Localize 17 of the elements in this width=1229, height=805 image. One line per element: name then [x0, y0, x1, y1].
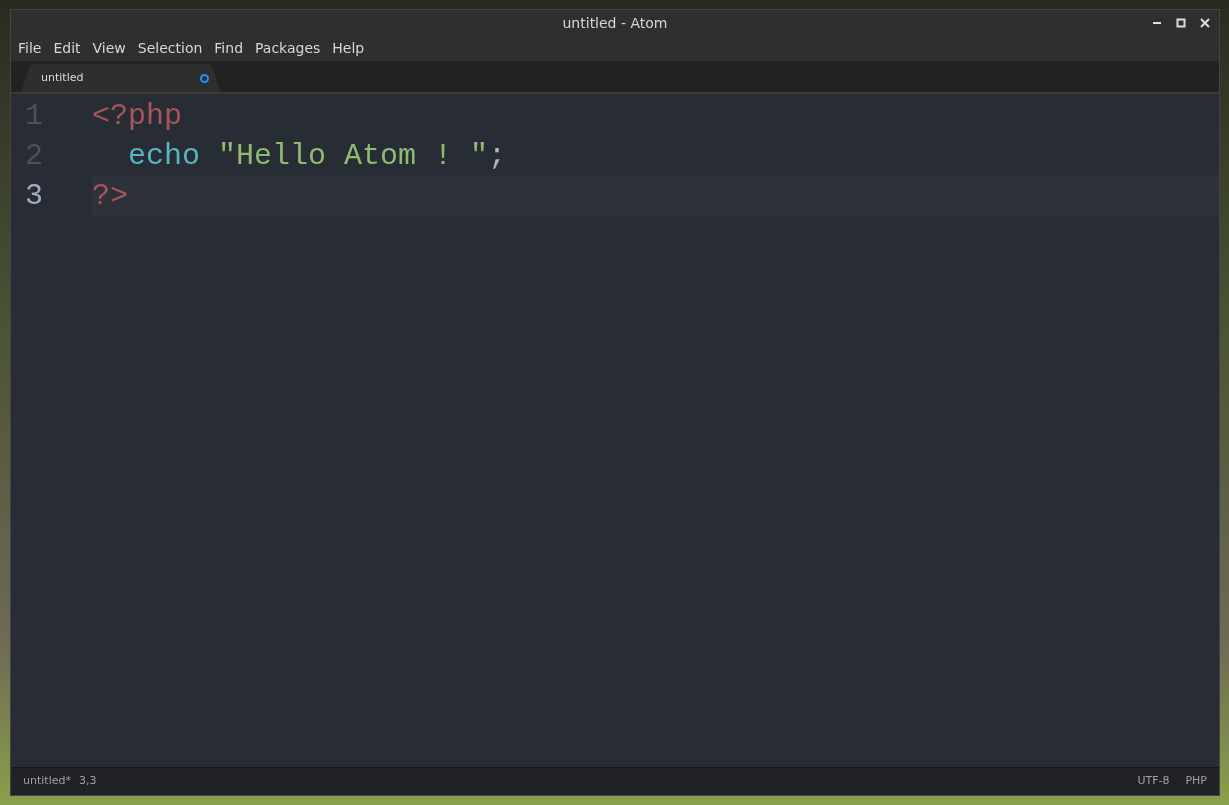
code-line: <?php	[92, 99, 182, 133]
status-item: 3,3	[78, 773, 97, 790]
line-number: 3	[24, 178, 44, 215]
status-item[interactable]: UTF-8	[1137, 773, 1170, 790]
code-line: echo "Hello Atom ! ";	[128, 139, 507, 173]
editor-tab[interactable]: untitled	[21, 64, 221, 92]
code-line: ?>	[92, 179, 128, 213]
menu-item[interactable]: Packages	[255, 38, 321, 59]
status-item: untitled*	[23, 773, 71, 790]
window-title: untitled - Atom	[562, 13, 668, 33]
menu-item[interactable]: File	[18, 38, 42, 59]
menu-item[interactable]: View	[92, 38, 126, 59]
menu-item[interactable]: Edit	[53, 38, 81, 59]
menu-item[interactable]: Help	[332, 38, 365, 59]
status-item[interactable]: PHP	[1185, 773, 1207, 790]
menu-item[interactable]: Selection	[137, 38, 203, 59]
menu-item[interactable]: Find	[214, 38, 243, 59]
